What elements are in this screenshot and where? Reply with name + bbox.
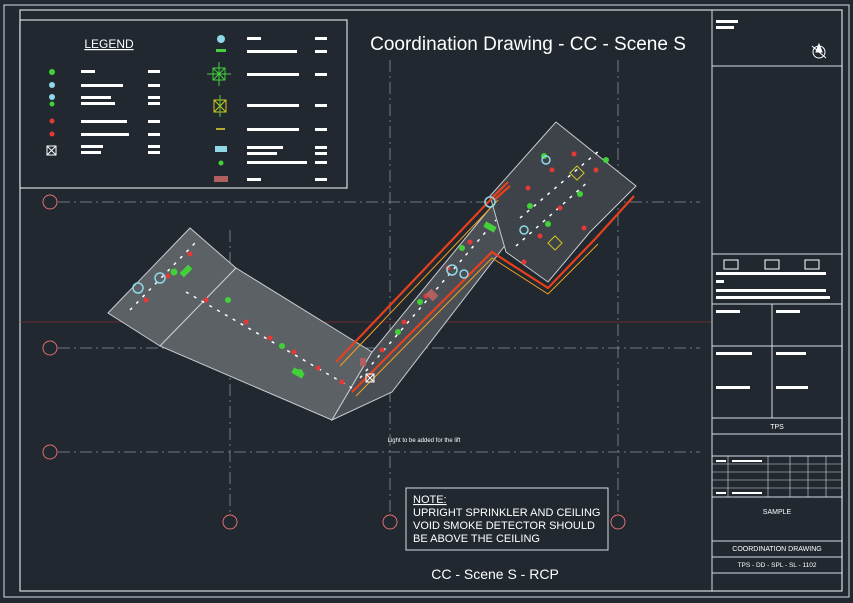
title-block-frame — [711, 9, 843, 592]
monitor-icon — [804, 259, 820, 270]
legend-panel: LEGEND — [19, 19, 348, 189]
title-block-company: TPS — [770, 424, 784, 431]
legend-diffuser-icon — [49, 82, 55, 88]
note-line-1: UPRIGHT SPRINKLER AND CEILING — [413, 507, 600, 519]
room-upper-right — [489, 121, 637, 283]
grid-bubble — [222, 514, 238, 530]
title-block-drawing-name: COORDINATION DRAWING — [732, 546, 821, 553]
monitor-icons — [723, 259, 820, 270]
note-panel: NOTE: UPRIGHT SPRINKLER AND CEILING VOID… — [405, 487, 609, 551]
note-line-3: BE ABOVE THE CEILING — [413, 533, 540, 545]
title-block-status: SAMPLE — [763, 509, 792, 516]
legend-strip-icon — [216, 128, 225, 130]
legend-smoke-detector-icon — [49, 69, 55, 75]
grid-bubble — [610, 514, 626, 530]
legend-downlight-icon — [218, 160, 224, 166]
legend-return-grille-icon — [49, 94, 55, 100]
monitor-icon — [723, 259, 739, 270]
legend-sprinkler-icon — [49, 118, 55, 124]
drawing-subtitle: CC - Scene S - RCP — [431, 566, 559, 582]
legend-heat-detector-icon — [49, 101, 55, 107]
legend-heading: LEGEND — [84, 37, 134, 51]
legend-light-icon — [217, 35, 225, 43]
note-heading: NOTE: — [413, 494, 447, 506]
legend-panel-icon — [214, 176, 228, 182]
legend-grille-icon — [215, 146, 227, 152]
lift-note: Light to be added for the lift — [388, 438, 461, 444]
title-block-redacted — [716, 20, 830, 494]
title-block — [711, 9, 843, 592]
grid-bubble — [42, 194, 58, 210]
note-line-2: VOID SMOKE DETECTOR SHOULD — [413, 520, 595, 532]
grid-bubble — [382, 514, 398, 530]
drawing-title: Coordination Drawing - CC - Scene S — [370, 34, 686, 55]
legend-upright-sprinkler-icon — [49, 131, 55, 137]
title-block-drawing-number: TPS - DD - SPL - SL - 1102 — [738, 562, 817, 569]
north-arrow-icon — [811, 42, 827, 59]
monitor-icon — [764, 259, 780, 270]
legend-linear-light-icon — [216, 49, 226, 52]
drawing-canvas: LEGEND Coordination Drawing - CC - Scene… — [3, 4, 850, 598]
revision-table — [712, 456, 842, 497]
grid-bubble — [42, 444, 58, 460]
grid-bubble — [42, 340, 58, 356]
